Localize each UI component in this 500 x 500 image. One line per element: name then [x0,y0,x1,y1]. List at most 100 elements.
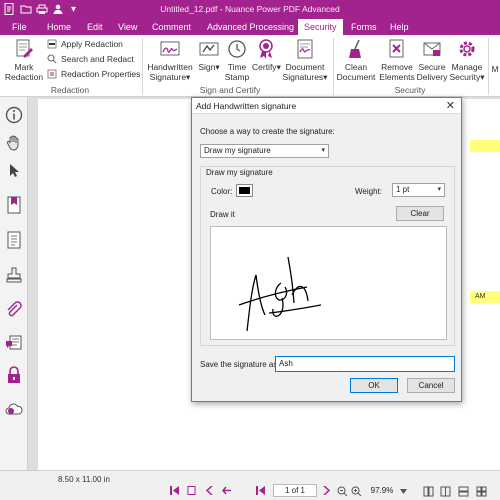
search-and-redact-label: Search and Redact [61,54,134,64]
time-stamp-label-1: Time [227,62,247,72]
sign-button[interactable]: Sign▾ [196,38,222,72]
zoom-in-button[interactable] [351,486,362,499]
chevron-down-icon [400,489,407,494]
cloud-icon[interactable] [4,399,24,419]
menu-file[interactable]: File [6,19,33,35]
two-page-view-button[interactable] [440,486,451,499]
remove-elements-button[interactable]: Remove Elements [377,38,417,82]
search-and-redact-button[interactable]: Search and Redact [47,54,134,64]
handwritten-label-2: Signature [149,72,187,82]
comments-list-icon[interactable] [4,333,24,353]
broom-icon [349,39,361,58]
save-as-label: Save the signature as: [200,360,280,369]
first-page-alt-button[interactable] [256,486,266,497]
signature-method-select[interactable]: Draw my signature ▾ [200,144,329,158]
clean-document-button[interactable]: Clean Document [335,38,377,82]
zoom-level[interactable]: 97.9% [365,484,399,497]
redaction-group-label: Redaction [50,85,90,95]
menu-comment[interactable]: Comment [146,19,197,35]
info-icon[interactable] [4,105,24,125]
clock-icon [228,40,246,58]
previous-page-button[interactable] [205,485,214,497]
menu-home[interactable]: Home [41,19,77,35]
chevron-down-icon: ▾ [437,186,441,193]
secure-delivery-icon [423,42,441,56]
certify-label: Certify [252,62,277,72]
page-icon [187,486,196,495]
gear-icon [459,41,475,57]
close-icon[interactable]: ✕ [446,99,455,112]
more-ribbon-button[interactable]: M [490,64,500,74]
zoom-dropdown[interactable] [400,486,407,496]
menu-forms[interactable]: Forms [345,19,383,35]
zoom-out-button[interactable] [337,486,348,499]
color-label: Color: [211,187,233,196]
document-signatures-button[interactable]: Document Signatures▾ [281,38,329,82]
bookmarks-icon[interactable] [4,195,24,215]
single-page-view-button[interactable] [423,486,434,499]
pages-icon[interactable] [4,230,24,250]
continuous-view-button[interactable] [458,486,469,499]
single-page-icon [423,486,434,497]
save-as-input[interactable]: Ash [275,356,455,372]
insert-page-button[interactable] [187,486,197,497]
menu-edit[interactable]: Edit [81,19,109,35]
time-stamp-button[interactable]: Time Stamp [223,38,251,82]
menu-advanced-processing[interactable]: Advanced Processing [201,19,300,35]
window-title: Untitled_12.pdf - Nuance Power PDF Advan… [160,4,340,14]
secure-delivery-label-2: Delivery [416,72,448,82]
weight-label: Weight: [355,187,382,196]
pen-weight-value: 1 pt [396,185,410,194]
menu-view[interactable]: View [112,19,143,35]
menu-security[interactable]: Security [298,19,343,35]
add-handwritten-signature-dialog: Add Handwritten signature ✕ Choose a way… [191,97,462,402]
draw-signature-group-label: Draw my signature [206,168,273,177]
next-page-icon [323,485,331,496]
handwritten-label-1: Handwritten [147,62,193,72]
document-signatures-label-1: Document [285,62,325,72]
clear-button[interactable]: Clear [396,206,444,221]
next-page-button[interactable] [322,485,331,497]
grid-view-button[interactable] [476,486,487,499]
ok-button[interactable]: OK [350,378,398,393]
drawn-signature [238,256,322,332]
first-page-button[interactable] [170,486,180,497]
cancel-button[interactable]: Cancel [407,378,455,393]
ribbon-separator [333,38,334,95]
status-bar: 8.50 x 11.00 in 1 of 1 97.9% [0,470,500,500]
manage-security-label-2: Security [449,72,481,82]
back-button[interactable] [222,486,232,497]
document-signatures-label-2: Signatures [282,72,324,82]
mark-redaction-button[interactable]: Mark Redaction [2,38,46,82]
signature-method-value: Draw my signature [204,146,271,155]
highlight-annotation[interactable] [470,140,500,152]
remove-elements-icon [389,39,404,58]
search-redact-icon [47,54,57,64]
manage-security-label-1: Manage [451,62,483,72]
handwritten-signature-icon [160,41,180,56]
menu-help[interactable]: Help [384,19,415,35]
handwritten-signature-button[interactable]: Handwritten Signature▾ [145,38,195,82]
dialog-title-bar: Add Handwritten signature ✕ [192,98,461,114]
lock-icon[interactable] [4,365,24,385]
page-number-input[interactable]: 1 of 1 [273,484,317,497]
signature-drawing-canvas[interactable] [210,226,447,340]
certify-button[interactable]: Certify▾ [252,38,281,72]
hand-tool-icon[interactable] [4,133,24,153]
mark-redaction-label-1: Mark [14,62,34,72]
pen-weight-select[interactable]: 1 pt ▾ [392,183,445,197]
mark-redaction-icon [16,39,33,58]
draw-it-label: Draw it [210,210,235,219]
clean-document-label-2: Document [336,72,376,82]
sign-icon [199,42,219,56]
security-group-label: Security [394,85,426,95]
certify-ribbon-icon [259,39,273,59]
attachment-icon[interactable] [4,300,24,320]
stamp-icon[interactable] [4,265,24,285]
apply-redaction-button[interactable]: Apply Redaction [47,39,123,49]
redaction-properties-button[interactable]: Redaction Properties [47,69,140,79]
pen-color-picker[interactable] [236,184,253,197]
secure-delivery-button[interactable]: Secure Delivery [416,38,448,82]
select-arrow-icon[interactable] [4,161,24,181]
manage-security-button[interactable]: Manage Security▾ [448,38,486,82]
